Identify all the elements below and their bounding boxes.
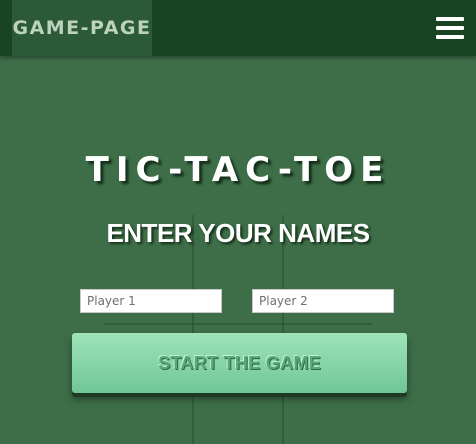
board-grid-line [282,215,284,444]
player2-name-input[interactable] [252,289,394,313]
page-title: TIC-TAC-TOE [85,150,391,190]
menu-bar [436,26,464,30]
menu-bar [436,35,464,39]
brand-link[interactable]: GAME-PAGE [12,0,152,56]
page-subtitle: ENTER YOUR NAMES [106,218,370,248]
brand-label: GAME-PAGE [12,17,152,39]
board-grid-line [192,215,194,444]
start-game-label: START THE GAME [158,352,321,373]
start-game-button[interactable]: START THE GAME [72,333,407,393]
player1-name-input[interactable] [80,289,222,313]
menu-bar [436,17,464,21]
board-grid-line [104,323,372,325]
hamburger-menu-icon[interactable] [436,17,464,39]
navbar: GAME-PAGE [0,0,476,56]
